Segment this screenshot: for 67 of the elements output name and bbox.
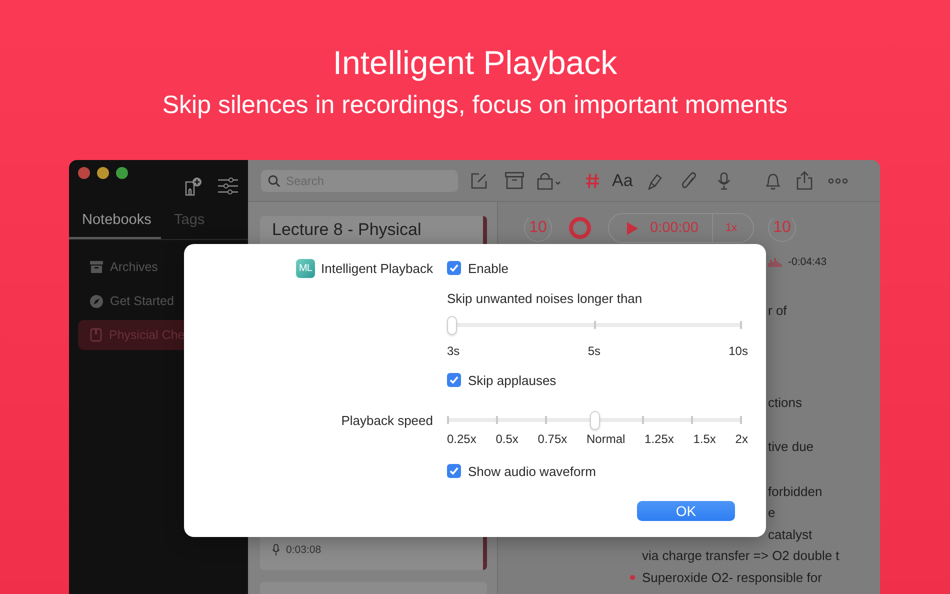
share-icon[interactable] [796, 171, 813, 190]
checkbox[interactable] [447, 464, 461, 478]
play-icon [627, 222, 638, 234]
archive-icon[interactable] [505, 172, 524, 189]
feature-label: Intelligent Playback [320, 260, 433, 276]
note-text: ctions [768, 394, 802, 410]
slider-thumb[interactable] [590, 411, 600, 430]
checkbox[interactable] [447, 373, 461, 387]
close-button[interactable] [78, 167, 90, 179]
note-text: tive due [768, 439, 814, 454]
sidebar-tab[interactable]: Tags [161, 202, 248, 239]
checkbox-label: Show audio waveform [468, 464, 596, 478]
bullet-icon [630, 574, 635, 580]
tick-label: 0.5x [496, 432, 518, 446]
checkbox-label: Skip applauses [468, 372, 556, 388]
compass-icon [90, 294, 103, 308]
note-text: forbidden [768, 484, 822, 498]
tick-label: 1.5x [693, 432, 716, 446]
note-text: via charge transfer => O2 double t [642, 548, 840, 563]
note-duration: 0:03:08 [286, 544, 322, 556]
headline: Intelligent Playback [332, 44, 618, 82]
speed-button[interactable]: 1x [713, 222, 754, 234]
notebook-icon [90, 328, 102, 342]
subheadline: Skip silences in recordings, focus on important moments [162, 90, 788, 120]
microphone-icon[interactable] [716, 172, 731, 190]
note-text: Superoxide O2- responsible for [642, 568, 822, 587]
lock-icon[interactable] [537, 172, 563, 190]
tick-label: 3s [447, 344, 460, 358]
bell-icon[interactable] [764, 172, 781, 190]
paperclip-icon[interactable] [680, 172, 697, 190]
setting-description: Skip unwanted noises longer than [447, 290, 644, 307]
archive-icon [90, 261, 103, 273]
tick-label: Normal [586, 432, 626, 446]
ok-button[interactable]: OK [637, 501, 735, 521]
note-text: e [768, 505, 776, 520]
slider-thumb[interactable] [447, 316, 457, 335]
remaining-time: -0:04:43 [788, 256, 827, 268]
slider[interactable] [447, 315, 742, 335]
tick-label: 0.75x [538, 432, 568, 446]
sidebar-item[interactable]: Archives [78, 252, 239, 282]
minimize-button[interactable] [97, 167, 109, 179]
note-title: Lecture 8 - Physical [272, 220, 422, 240]
tick-label: 2x [735, 432, 748, 446]
slider[interactable] [447, 410, 742, 430]
compose-icon[interactable] [470, 172, 488, 190]
checkbox[interactable] [447, 261, 461, 275]
note-text: r of [768, 303, 787, 318]
tick-label: 5s [588, 344, 600, 358]
highlighter-icon[interactable] [646, 172, 664, 190]
tick-label: 1.25x [644, 432, 674, 446]
more-icon[interactable] [828, 178, 848, 184]
microphone-icon [272, 544, 280, 556]
add-notebook-icon[interactable] [184, 177, 204, 197]
tick-label: 10s [728, 344, 748, 358]
waveform-icon [768, 257, 782, 267]
note-text: catalyst [768, 526, 812, 542]
sidebar-item[interactable]: Get Started [78, 286, 239, 316]
ml-badge: ML [296, 258, 315, 278]
setting-label: Playback speed [340, 412, 433, 430]
zoom-button[interactable] [116, 167, 128, 179]
text-format-button[interactable]: Aa [612, 170, 633, 190]
play-button[interactable]: 0:00:00 [621, 214, 714, 242]
sidebar-tab[interactable]: Notebooks [69, 202, 161, 239]
search-icon [268, 174, 280, 186]
checkbox-label: Enable [468, 260, 508, 276]
tick-label: 0.25x [447, 432, 476, 446]
sliders-icon[interactable] [218, 177, 238, 195]
